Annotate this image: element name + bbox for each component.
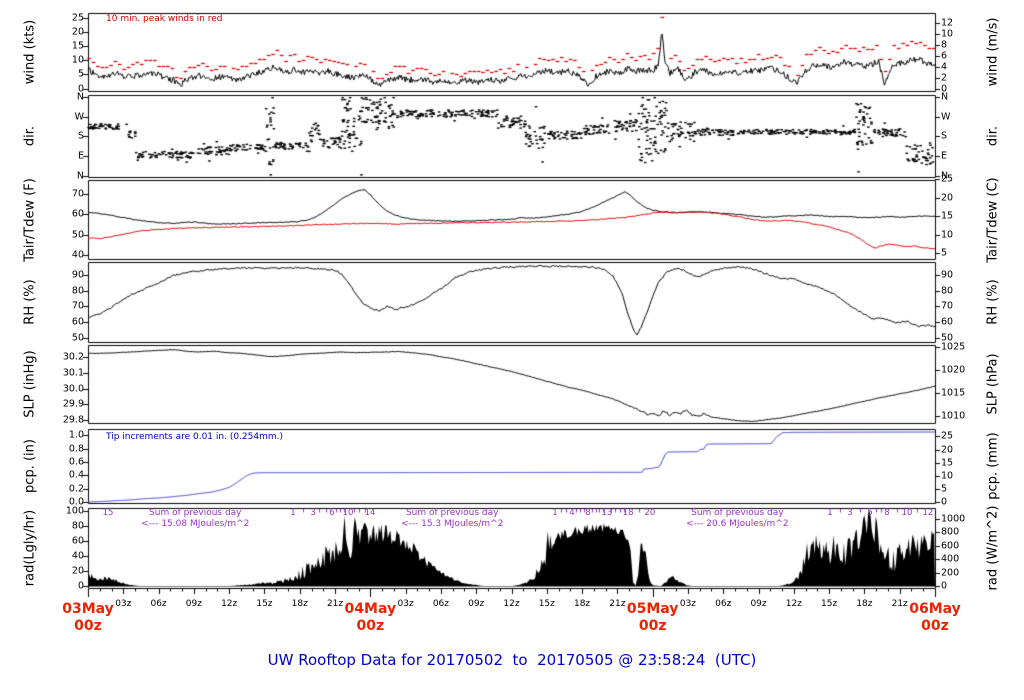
meteogram-figure: UW Rooftop Data for 20170502 to 20170505… xyxy=(0,0,1024,700)
chart-canvas xyxy=(0,0,1024,700)
